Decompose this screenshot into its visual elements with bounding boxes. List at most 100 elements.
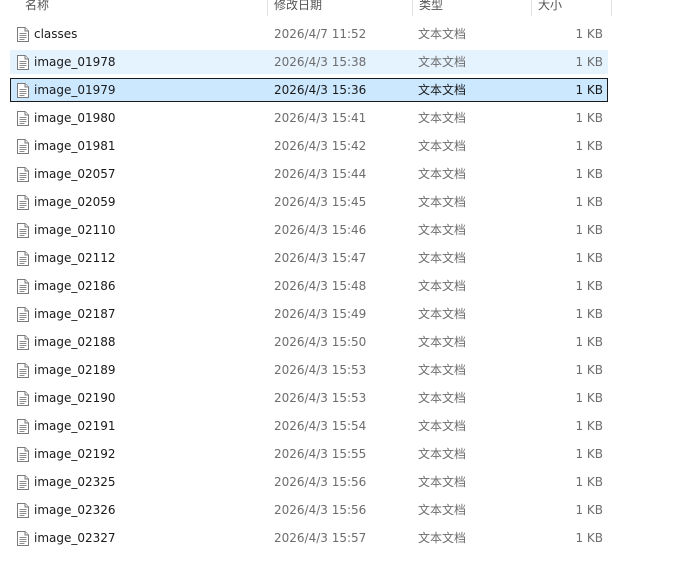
file-row[interactable]: image_02191 2026/4/3 15:54 文本文档 1 KB [10,414,608,438]
file-row[interactable]: image_02190 2026/4/3 15:53 文本文档 1 KB [10,386,608,410]
file-size: 1 KB [575,195,603,209]
file-row[interactable]: image_01978 2026/4/3 15:38 文本文档 1 KB [10,50,608,74]
file-name: image_02112 [34,251,116,265]
file-type: 文本文档 [418,475,467,489]
text-document-icon [17,447,29,462]
file-name: image_02057 [34,167,116,181]
file-date-modified: 2026/4/3 15:53 [274,391,367,405]
file-type: 文本文档 [418,363,467,377]
file-size: 1 KB [575,83,603,97]
file-size: 1 KB [575,307,603,321]
file-name: image_02187 [34,307,116,321]
file-size: 1 KB [575,111,603,125]
file-date-modified: 2026/4/3 15:56 [274,503,367,517]
file-type: 文本文档 [418,195,467,209]
file-type: 文本文档 [418,167,467,181]
file-date-modified: 2026/4/3 15:36 [274,83,367,97]
file-type: 文本文档 [418,447,467,461]
text-document-icon [17,503,29,518]
file-name: image_02327 [34,531,116,545]
file-name: image_02189 [34,363,116,377]
file-name: image_02110 [34,223,116,237]
file-date-modified: 2026/4/3 15:44 [274,167,367,181]
column-header-type[interactable]: 类型 [412,0,531,16]
file-size: 1 KB [575,335,603,349]
text-document-icon [17,55,29,70]
file-date-modified: 2026/4/3 15:49 [274,307,367,321]
file-date-modified: 2026/4/3 15:47 [274,251,367,265]
file-type: 文本文档 [418,223,467,237]
text-document-icon [17,83,29,98]
text-document-icon [17,419,29,434]
file-type: 文本文档 [418,391,467,405]
file-row[interactable]: image_01980 2026/4/3 15:41 文本文档 1 KB [10,106,608,130]
file-size: 1 KB [575,419,603,433]
file-size: 1 KB [575,447,603,461]
file-size: 1 KB [575,363,603,377]
file-size: 1 KB [575,55,603,69]
file-name: image_02059 [34,195,116,209]
file-row[interactable]: image_02187 2026/4/3 15:49 文本文档 1 KB [10,302,608,326]
text-document-icon [17,391,29,406]
file-name: image_01978 [34,55,116,69]
text-document-icon [17,167,29,182]
file-row[interactable]: image_02112 2026/4/3 15:47 文本文档 1 KB [10,246,608,270]
file-type: 文本文档 [418,139,467,153]
text-document-icon [17,139,29,154]
file-row[interactable]: image_02057 2026/4/3 15:44 文本文档 1 KB [10,162,608,186]
file-date-modified: 2026/4/3 15:46 [274,223,367,237]
text-document-icon [17,335,29,350]
file-row[interactable]: image_02192 2026/4/3 15:55 文本文档 1 KB [10,442,608,466]
text-document-icon [17,475,29,490]
file-name: image_01981 [34,139,116,153]
file-row[interactable]: image_02186 2026/4/3 15:48 文本文档 1 KB [10,274,608,298]
file-row[interactable]: image_02326 2026/4/3 15:56 文本文档 1 KB [10,498,608,522]
text-document-icon [17,223,29,238]
file-size: 1 KB [575,475,603,489]
text-document-icon [17,251,29,266]
file-name: image_01979 [34,83,116,97]
file-size: 1 KB [575,531,603,545]
file-date-modified: 2026/4/3 15:48 [274,279,367,293]
file-row[interactable]: image_02325 2026/4/3 15:56 文本文档 1 KB [10,470,608,494]
file-date-modified: 2026/4/3 15:38 [274,55,367,69]
file-name: classes [34,27,78,41]
column-header-size[interactable]: 大小 [531,0,612,16]
file-date-modified: 2026/4/7 11:52 [274,27,367,41]
file-date-modified: 2026/4/3 15:42 [274,139,367,153]
column-header-bar: 名称 修改日期 类型 大小 [0,0,612,17]
file-type: 文本文档 [418,307,467,321]
file-date-modified: 2026/4/3 15:41 [274,111,367,125]
file-row[interactable]: classes 2026/4/7 11:52 文本文档 1 KB [10,22,608,46]
file-type: 文本文档 [418,419,467,433]
file-name: image_02186 [34,279,116,293]
file-size: 1 KB [575,503,603,517]
file-size: 1 KB [575,223,603,237]
file-date-modified: 2026/4/3 15:53 [274,363,367,377]
file-size: 1 KB [575,27,603,41]
column-header-name[interactable]: 名称 [19,0,267,16]
text-document-icon [17,531,29,546]
column-header-date-modified[interactable]: 修改日期 [267,0,412,16]
file-type: 文本文档 [418,531,467,545]
file-row[interactable]: image_02059 2026/4/3 15:45 文本文档 1 KB [10,190,608,214]
file-name: image_02188 [34,335,116,349]
text-document-icon [17,195,29,210]
file-size: 1 KB [575,139,603,153]
file-size: 1 KB [575,279,603,293]
file-row[interactable]: image_02327 2026/4/3 15:57 文本文档 1 KB [10,526,608,550]
file-type: 文本文档 [418,251,467,265]
file-name: image_02192 [34,447,116,461]
text-document-icon [17,111,29,126]
file-type: 文本文档 [418,335,467,349]
file-size: 1 KB [575,167,603,181]
file-name: image_02325 [34,475,116,489]
file-row[interactable]: image_02110 2026/4/3 15:46 文本文档 1 KB [10,218,608,242]
file-name: image_02326 [34,503,116,517]
text-document-icon [17,279,29,294]
file-type: 文本文档 [418,111,467,125]
file-row[interactable]: image_01979 2026/4/3 15:36 文本文档 1 KB [10,78,608,102]
file-row[interactable]: image_02188 2026/4/3 15:50 文本文档 1 KB [10,330,608,354]
file-row[interactable]: image_02189 2026/4/3 15:53 文本文档 1 KB [10,358,608,382]
file-row[interactable]: image_01981 2026/4/3 15:42 文本文档 1 KB [10,134,608,158]
